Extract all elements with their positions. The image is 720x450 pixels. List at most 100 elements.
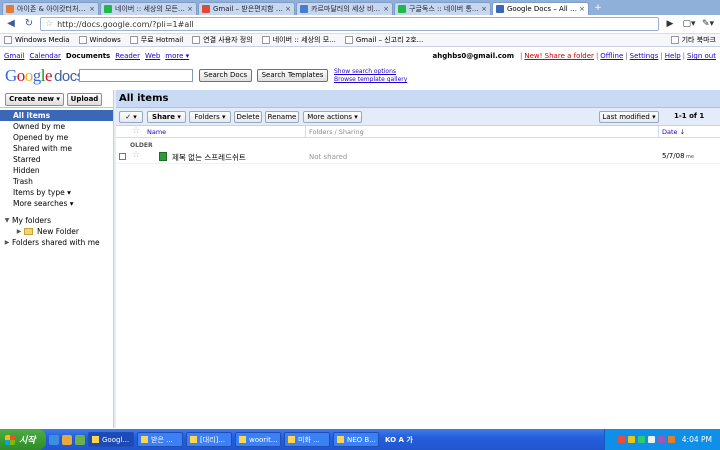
new-tab-button[interactable]: + (592, 3, 604, 14)
column-header-name[interactable]: Name (147, 128, 166, 136)
page-menu-icon[interactable]: ▢▾ (681, 17, 697, 31)
search-templates-button[interactable]: Search Templates (257, 69, 328, 82)
close-icon[interactable]: × (187, 5, 193, 13)
upload-button[interactable]: Upload (67, 93, 102, 106)
modified-date: 5/7/08 (662, 152, 685, 160)
panel-resize-handle[interactable] (113, 90, 116, 428)
spreadsheet-icon (159, 152, 167, 161)
close-icon[interactable]: × (285, 5, 291, 13)
search-docs-button[interactable]: Search Docs (199, 69, 252, 82)
sidebar-item-owned-by-me[interactable]: Owned by me (0, 121, 113, 132)
sidebar-item-all-items[interactable]: All items (0, 110, 113, 121)
taskbar-item[interactable]: [대리]... (186, 432, 232, 447)
row-checkbox[interactable] (119, 153, 126, 160)
sidebar-item-trash[interactable]: Trash (0, 176, 113, 187)
taskbar-item-label: woorit... (249, 435, 278, 444)
taskbar-item[interactable]: 미화 ... (284, 432, 330, 447)
column-header-date[interactable]: Date ↓ (662, 128, 685, 136)
new-folder-item[interactable]: ▶ New Folder (0, 226, 113, 237)
bookmark-star-icon[interactable]: ☆ (45, 19, 53, 29)
gbar-documents-current: Documents (65, 52, 111, 60)
offline-link[interactable]: Offline (600, 52, 623, 60)
quicklaunch-icon[interactable] (75, 434, 85, 445)
rename-button[interactable]: Rename (265, 111, 299, 123)
triangle-right-icon[interactable]: ▶ (4, 237, 10, 248)
tray-icon[interactable] (647, 436, 655, 443)
bookmark-item[interactable]: Gmail – 신고리 2호... (344, 35, 423, 45)
document-name-link[interactable]: 제목 없는 스프레드쉬트 (172, 152, 246, 163)
browser-tab[interactable]: 네이버 :: 세상의 모든 ... × (100, 2, 197, 15)
gbar-calendar-link[interactable]: Calendar (29, 52, 60, 60)
close-icon[interactable]: × (579, 5, 585, 13)
browser-tab-active[interactable]: Google Docs – All items× (492, 2, 589, 15)
taskbar-item-label: Googl... (102, 435, 130, 444)
taskbar-item[interactable]: woorit... (235, 432, 281, 447)
gbar-web-link[interactable]: Web (145, 52, 160, 60)
sort-dropdown[interactable]: Last modified ▾ (599, 111, 659, 123)
browser-tab[interactable]: Gmail – 받은편지함 (9... × (198, 2, 295, 15)
sidebar-item-items-by-type[interactable]: Items by type ▾ (0, 187, 113, 198)
tray-icon[interactable] (627, 436, 635, 443)
bookmark-item[interactable]: Windows (78, 36, 121, 44)
tray-icon[interactable] (617, 436, 625, 443)
shared-folders-item[interactable]: ▶ Folders shared with me (0, 237, 113, 248)
address-bar[interactable]: ☆ http://docs.google.com/?pli=1#all (40, 17, 659, 31)
clock[interactable]: 4:04 PM (682, 435, 712, 444)
system-tray: 4:04 PM (604, 429, 720, 450)
star-icon[interactable]: ☆ (132, 150, 140, 160)
triangle-right-icon[interactable]: ▶ (16, 226, 22, 237)
gbar-more-link[interactable]: more ▾ (165, 52, 189, 60)
browse-template-gallery-link[interactable]: Browse template gallery (334, 76, 407, 84)
other-bookmarks[interactable]: 기타 북마크 (670, 35, 716, 45)
gbar-gmail-link[interactable]: Gmail (4, 52, 24, 60)
search-input[interactable] (79, 69, 193, 82)
go-icon[interactable]: ▶ (662, 17, 678, 31)
more-actions-button[interactable]: More actions ▾ (303, 111, 362, 123)
my-folders-item[interactable]: ▼ My folders (0, 215, 113, 226)
browser-tab[interactable]: 구글독스 :: 네이버 통... × (394, 2, 491, 15)
reload-icon[interactable]: ↻ (22, 17, 36, 31)
tray-icon[interactable] (637, 436, 645, 443)
sidebar-item-more-searches[interactable]: More searches ▾ (0, 198, 113, 209)
bookmark-item[interactable]: Windows Media (4, 36, 70, 44)
settings-link[interactable]: Settings (630, 52, 659, 60)
share-button[interactable]: Share ▾ (147, 111, 186, 123)
volume-icon[interactable] (667, 436, 675, 443)
separator: | (660, 52, 663, 60)
taskbar-item[interactable]: 받은 ... (137, 432, 183, 447)
help-link[interactable]: Help (665, 52, 681, 60)
gbar-reader-link[interactable]: Reader (115, 52, 140, 60)
close-icon[interactable]: × (383, 5, 389, 13)
sidebar-item-opened-by-me[interactable]: Opened by me (0, 132, 113, 143)
browser-tab[interactable]: 카르마달러의 세상 비... × (296, 2, 393, 15)
triangle-down-icon[interactable]: ▼ (4, 215, 10, 226)
wrench-icon[interactable]: ✎▾ (700, 17, 716, 31)
show-search-options-link[interactable]: Show search options (334, 68, 407, 76)
quicklaunch-icon[interactable] (62, 434, 72, 445)
start-button[interactable]: 시작 (0, 429, 46, 450)
delete-button[interactable]: Delete (234, 111, 262, 123)
bookmark-item[interactable]: 연결 사용자 정의 (192, 35, 253, 45)
folders-button[interactable]: Folders ▾ (189, 111, 231, 123)
sign-out-link[interactable]: Sign out (687, 52, 716, 60)
taskbar-item[interactable]: NEO B... (333, 432, 379, 447)
google-docs-logo[interactable]: Google docs (5, 66, 84, 86)
close-icon[interactable]: × (89, 5, 95, 13)
bookmark-item[interactable]: 네이버 :: 세상의 모... (261, 35, 336, 45)
sidebar-item-starred[interactable]: Starred (0, 154, 113, 165)
language-indicator[interactable]: KO A 가 (385, 435, 413, 445)
browser-tab[interactable]: 아이존 & 아이캇터처 ... × (2, 2, 99, 15)
quicklaunch-ie-icon[interactable] (49, 434, 59, 445)
share-folder-link[interactable]: New! Share a folder (524, 52, 594, 60)
tab-title: 카르마달러의 세상 비... (311, 5, 381, 13)
back-icon[interactable]: ◀ (4, 17, 18, 31)
app-icon (337, 436, 344, 443)
sidebar-item-hidden[interactable]: Hidden (0, 165, 113, 176)
sidebar-item-shared-with-me[interactable]: Shared with me (0, 143, 113, 154)
close-icon[interactable]: × (481, 5, 487, 13)
tray-icon[interactable] (657, 436, 665, 443)
create-new-button[interactable]: Create new ▾ (5, 93, 64, 106)
select-menu-button[interactable]: ✓ ▾ (119, 111, 143, 123)
bookmark-item[interactable]: 무료 Hotmail (129, 35, 183, 45)
taskbar-item[interactable]: Googl... (88, 432, 134, 447)
